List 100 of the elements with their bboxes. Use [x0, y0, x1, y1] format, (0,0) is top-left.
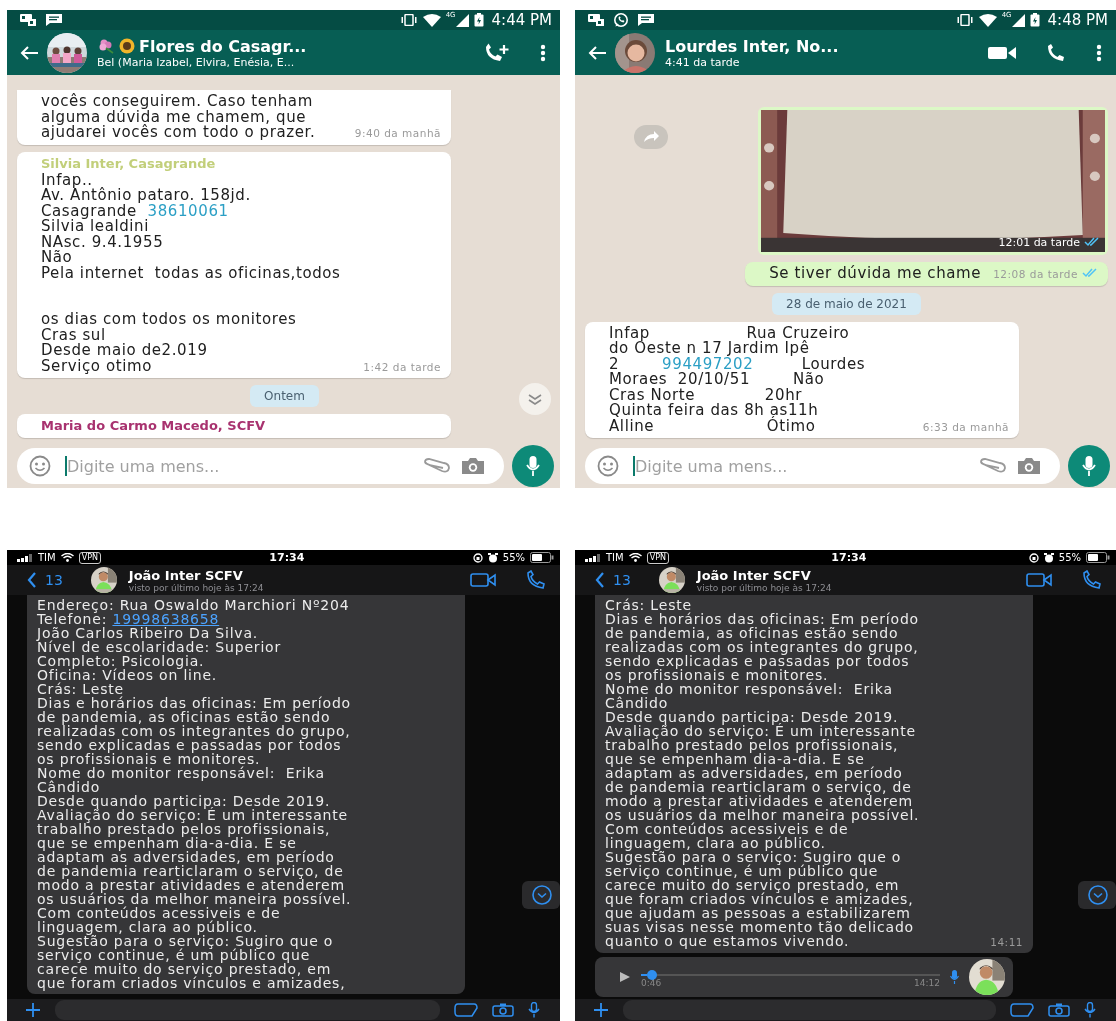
- message-text: sendo explicadas e passadas por todos: [37, 738, 342, 752]
- battery-icon: [473, 13, 484, 27]
- message-text: que se empenham dia-a-dia. E se: [605, 752, 865, 766]
- emoji-icon[interactable]: [597, 455, 619, 477]
- image-message[interactable]: 12:01 da tarde: [758, 107, 1108, 255]
- message-input[interactable]: [623, 1000, 996, 1020]
- message-text: Pela internet todas as oficinas,todos: [41, 265, 341, 281]
- message-text: modo a prestar atividades e atenderem: [605, 794, 913, 808]
- wifi-icon: [60, 553, 74, 562]
- sticker-icon[interactable]: [1010, 1003, 1034, 1017]
- paperclip-icon[interactable]: [422, 458, 452, 474]
- message-text: Cândido: [37, 780, 101, 794]
- message-text: Não: [41, 250, 73, 266]
- message-text: Com conteúdos acessiveis e de: [37, 906, 281, 920]
- status-time: 17:34: [269, 551, 305, 564]
- sender-name: Maria do Carmo Macedo, SCFV: [41, 418, 267, 433]
- message-text: sendo explicadas e passadas por todos: [605, 654, 910, 668]
- message-text: Completo: Psicologia.: [37, 654, 205, 668]
- message-text: Oficina: Vídeos on line.: [37, 668, 218, 682]
- message-text: Serviço otimo: [41, 358, 152, 374]
- message-text: serviço continue, é um público que: [37, 948, 311, 962]
- camera-icon[interactable]: [1048, 1003, 1070, 1017]
- message-text: os usuários da melhor maneira possível.: [37, 892, 352, 906]
- plus-icon[interactable]: [25, 1002, 41, 1018]
- message-text: Sugestão para o serviço: Sugiro que o: [605, 850, 902, 864]
- back-chevron-icon[interactable]: [595, 572, 605, 588]
- camera-icon[interactable]: [1016, 456, 1042, 476]
- message-text: modo a prestar atividades e atenderem: [37, 878, 345, 892]
- message-text: Desde maio de2.019: [41, 343, 208, 359]
- message-text: realizadas com os integrantes do grupo,: [37, 724, 351, 738]
- back-arrow-icon[interactable]: [19, 44, 39, 61]
- add-call-icon[interactable]: [484, 42, 510, 63]
- message-text: Moraes 20/10/51 Não: [609, 372, 825, 388]
- mic-icon: [950, 970, 959, 984]
- message-text: carece muito do serviço prestado, em: [605, 878, 900, 892]
- play-icon[interactable]: [619, 971, 631, 983]
- battery-icon: [1029, 13, 1040, 27]
- battery-percent: 55%: [1058, 552, 1081, 563]
- mic-icon[interactable]: [1084, 1002, 1096, 1018]
- message-text: trabalho prestado pelos profissionais,: [605, 738, 899, 752]
- battery-percent: 55%: [502, 552, 525, 563]
- mic-icon: [525, 455, 541, 477]
- app-notification-icon: [19, 13, 37, 27]
- scroll-down-button[interactable]: [1078, 881, 1116, 909]
- alarm-icon: [1043, 552, 1054, 563]
- more-icon[interactable]: [1096, 43, 1102, 62]
- chat-title[interactable]: João Inter SCFV: [696, 567, 811, 583]
- unread-count[interactable]: 13: [45, 572, 63, 588]
- phone-link[interactable]: 19998638658: [112, 612, 220, 626]
- mic-icon[interactable]: [528, 1002, 540, 1018]
- battery-icon: [530, 552, 554, 563]
- camera-icon[interactable]: [460, 456, 486, 476]
- audio-thumb[interactable]: [646, 970, 657, 980]
- message-text: Nome do monitor responsável: Erika: [37, 766, 325, 780]
- message-text: Infap..: [41, 172, 93, 188]
- unread-count[interactable]: 13: [613, 572, 631, 588]
- message-text: do Oeste n 17 Jardim Ipê: [609, 341, 810, 357]
- message-text: Casagrande: [41, 203, 137, 219]
- message-text: Av. Antônio pataro. 158jd.: [41, 188, 251, 204]
- message-text: Com conteúdos acessiveis e de: [605, 822, 849, 836]
- plus-icon[interactable]: [593, 1002, 609, 1018]
- chat-title[interactable]: Flores do Casagr...: [139, 36, 307, 56]
- back-arrow-icon[interactable]: [587, 44, 607, 61]
- wifi-icon: [978, 13, 997, 27]
- message-input[interactable]: [55, 1000, 440, 1020]
- phone-icon[interactable]: [1046, 42, 1066, 63]
- back-chevron-icon[interactable]: [27, 572, 37, 588]
- paperclip-icon[interactable]: [978, 458, 1008, 474]
- flower-icon: [97, 38, 115, 54]
- emoji-icon[interactable]: [29, 455, 51, 477]
- message-text: Silvia lealdini: [41, 219, 149, 235]
- sticker-icon[interactable]: [454, 1003, 478, 1017]
- message-field[interactable]: Digite uma mens...: [17, 448, 504, 484]
- video-call-icon[interactable]: [1026, 573, 1052, 587]
- message-text: suas visas nesse momento tão delicado: [605, 920, 914, 934]
- scroll-down-button[interactable]: [522, 881, 560, 909]
- scroll-down-button[interactable]: [518, 382, 552, 416]
- message-text: Dias e horários das oficinas: Em período: [37, 696, 351, 710]
- chat-title[interactable]: Lourdes Inter, No...: [665, 36, 839, 56]
- more-icon[interactable]: [540, 43, 546, 62]
- chat-subtitle: Bel (Maria Izabel, Elvira, Enésia, E...: [97, 55, 296, 69]
- message-text: vocês conseguirem. Caso tenham: [41, 94, 313, 110]
- message-text: trabalho prestado pelos profissionais,: [37, 822, 331, 836]
- message-text: Crás: Leste: [605, 598, 692, 612]
- camera-icon[interactable]: [492, 1003, 514, 1017]
- message-text: Cândido: [605, 696, 669, 710]
- message-text: Se tiver dúvida me chame: [769, 266, 982, 282]
- phone-icon[interactable]: [526, 570, 546, 590]
- chat-title[interactable]: João Inter SCFV: [128, 567, 243, 583]
- phone-icon[interactable]: [1082, 570, 1102, 590]
- video-call-icon[interactable]: [988, 45, 1016, 60]
- voice-record-button[interactable]: [1068, 445, 1110, 487]
- message-text: ajudarei vocês com todo o prazer.: [41, 125, 316, 141]
- voice-record-button[interactable]: [512, 445, 554, 487]
- date-chip: Ontem: [250, 385, 319, 407]
- message-text: NAsc. 9.4.1955: [41, 234, 164, 250]
- message-text: de pandemia rearticlaram o serviço, de: [37, 864, 344, 878]
- message-text: Cras sul: [41, 327, 106, 343]
- message-field[interactable]: Digite uma mens...: [585, 448, 1060, 484]
- video-call-icon[interactable]: [470, 573, 496, 587]
